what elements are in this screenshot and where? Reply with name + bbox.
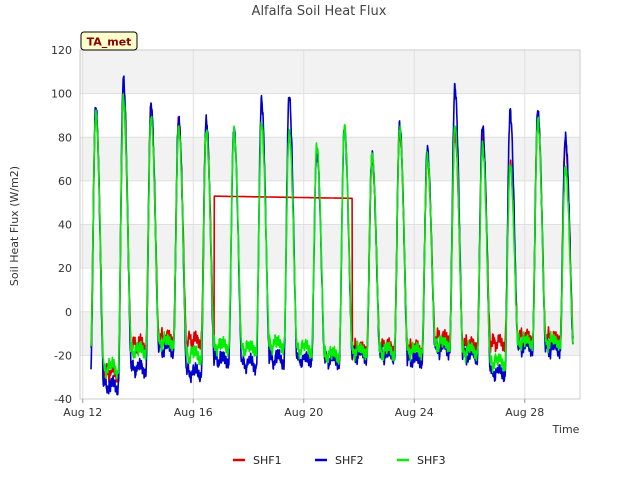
y-tick-label: 0 — [65, 306, 72, 319]
legend-label-shf2: SHF2 — [335, 454, 364, 467]
x-tick-label: Aug 24 — [395, 406, 434, 419]
legend: SHF1 SHF2 SHF3 — [233, 454, 446, 467]
ta-met-badge[interactable]: TA_met — [80, 31, 138, 51]
badge-label: TA_met — [87, 36, 132, 49]
x-tick-label: Aug 16 — [174, 406, 213, 419]
background-band — [80, 93, 580, 138]
x-tick-label: Aug 12 — [63, 406, 102, 419]
y-tick-label: 40 — [58, 219, 72, 232]
y-axis-title: Soil Heat Flux (W/m2) — [8, 166, 21, 286]
x-axis-ticks: Aug 12 Aug 16 Aug 20 Aug 24 Aug 28 — [63, 399, 544, 419]
y-tick-label: -20 — [54, 349, 72, 362]
chart: -40 -20 0 20 40 60 80 100 120 Aug 12 Aug 16 Aug 20… — [8, 4, 581, 467]
chart-title: Alfalfa Soil Heat Flux — [252, 4, 387, 19]
x-tick-label: Aug 28 — [505, 406, 544, 419]
x-axis-title: Time — [552, 423, 580, 436]
y-tick-label: 120 — [51, 44, 72, 57]
legend-label-shf3: SHF3 — [417, 454, 446, 467]
y-tick-label: 80 — [58, 131, 72, 144]
y-tick-label: 60 — [58, 175, 72, 188]
y-tick-label: 20 — [58, 262, 72, 275]
y-tick-label: 100 — [51, 88, 72, 101]
background-band — [80, 268, 580, 312]
background-band — [80, 50, 580, 94]
legend-label-shf1: SHF1 — [253, 454, 282, 467]
x-tick-label: Aug 20 — [284, 406, 323, 419]
y-axis-ticks: -40 -20 0 20 40 60 80 100 120 — [51, 44, 72, 406]
y-tick-label: -40 — [54, 393, 72, 406]
